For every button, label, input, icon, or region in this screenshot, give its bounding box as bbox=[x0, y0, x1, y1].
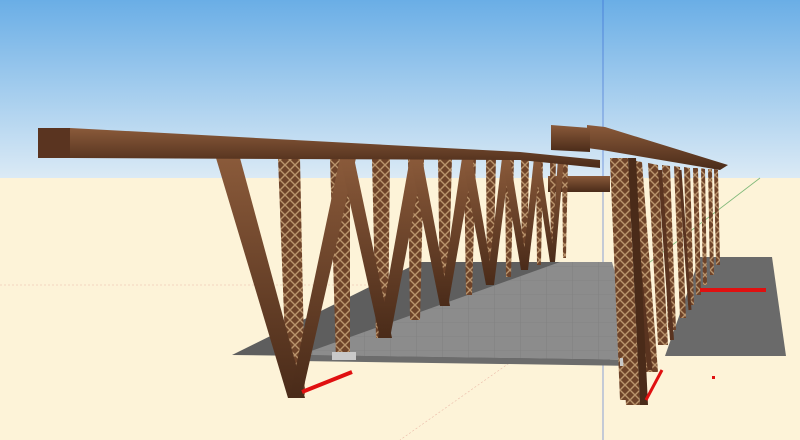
near-top-chord-end bbox=[38, 128, 70, 158]
3d-modeling-viewport[interactable] bbox=[0, 0, 800, 440]
bridge-scene[interactable] bbox=[0, 0, 800, 440]
small-marker bbox=[712, 376, 715, 379]
far-top-chord-end bbox=[551, 125, 590, 152]
